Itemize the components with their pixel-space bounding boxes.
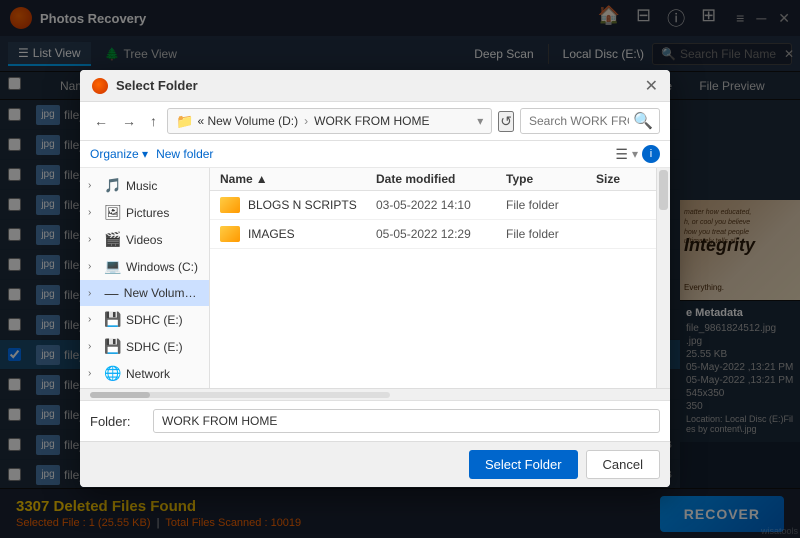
dialog-address-bar: ← → ↑ 📁 « New Volume (D:) › WORK FROM HO… xyxy=(80,102,670,141)
dialog-close-button[interactable]: ✕ xyxy=(645,76,658,96)
dialog-file-row-images[interactable]: IMAGES 05-05-2022 12:29 File folder xyxy=(210,220,656,249)
dialog-col-type[interactable]: Type xyxy=(506,172,596,186)
dialog-file-date-blogs: 03-05-2022 14:10 xyxy=(376,198,506,212)
scrollbar-thumb[interactable] xyxy=(659,170,668,210)
dialog-file-row-blogs[interactable]: BLOGS N SCRIPTS 03-05-2022 14:10 File fo… xyxy=(210,191,656,220)
view-list-icon[interactable]: ☰ xyxy=(615,146,628,163)
folder-icon-blogs xyxy=(220,197,240,213)
organize-button[interactable]: Organize ▾ xyxy=(90,147,148,161)
dialog-file-type-images: File folder xyxy=(506,227,596,241)
dialog-buttons: Select Folder Cancel xyxy=(80,441,670,487)
nav-arrow-videos: › xyxy=(88,234,100,245)
nav-label-windows-c: Windows (C:) xyxy=(126,260,198,274)
nav-arrow-windows-c: › xyxy=(88,261,100,272)
dialog-search-input[interactable] xyxy=(529,114,629,128)
network-icon: 🌐 xyxy=(104,365,122,382)
sort-asc-icon: ▲ xyxy=(256,172,268,186)
dialog-col-name[interactable]: Name ▲ xyxy=(220,172,376,186)
back-button[interactable]: ← xyxy=(90,111,112,131)
view-toggle: ☰ ▾ i xyxy=(615,145,660,163)
nav-item-sdhc-e1[interactable]: › 💾 SDHC (E:) xyxy=(80,306,209,333)
dialog-file-date-images: 05-05-2022 12:29 xyxy=(376,227,506,241)
dialog-logo-icon xyxy=(92,78,108,94)
nav-arrow-sdhc-e2: › xyxy=(88,341,100,352)
dialog-toolbar: Organize ▾ New folder ☰ ▾ i xyxy=(80,141,670,168)
windows-c-icon: 💻 xyxy=(104,258,122,275)
new-folder-button[interactable]: New folder xyxy=(156,147,213,161)
pictures-icon: 🖼 xyxy=(104,204,122,221)
music-icon: 🎵 xyxy=(104,177,122,194)
nav-label-music: Music xyxy=(126,179,157,193)
select-folder-button[interactable]: Select Folder xyxy=(469,450,578,479)
select-folder-dialog: Select Folder ✕ ← → ↑ 📁 « New Volume (D:… xyxy=(80,70,670,487)
dialog-folder-bar: Folder: xyxy=(80,400,670,441)
dialog-file-name-images: IMAGES xyxy=(248,227,376,241)
app-window: Photos Recovery 🏠 ⊟ ⓘ ⊞ ≡ ─ ✕ ☰ List Vie… xyxy=(0,0,800,538)
nav-item-pictures[interactable]: › 🖼 Pictures xyxy=(80,199,209,226)
path-folder-icon: 📁 xyxy=(176,113,193,130)
cancel-button[interactable]: Cancel xyxy=(586,450,660,479)
dialog-col-date-modified[interactable]: Date modified xyxy=(376,172,506,186)
horizontal-scrollbar xyxy=(80,388,670,400)
info-button[interactable]: i xyxy=(642,145,660,163)
dialog-file-type-blogs: File folder xyxy=(506,198,596,212)
nav-label-new-volume-d: New Volume (D xyxy=(124,286,201,300)
nav-arrow-pictures: › xyxy=(88,207,100,218)
videos-icon: 🎬 xyxy=(104,231,122,248)
dialog-body: › 🎵 Music › 🖼 Pictures › 🎬 Videos xyxy=(80,168,670,388)
new-volume-d-icon: — xyxy=(103,285,120,301)
up-button[interactable]: ↑ xyxy=(146,111,161,131)
nav-label-videos: Videos xyxy=(126,233,162,247)
path-separator: › xyxy=(304,114,308,128)
folder-input[interactable] xyxy=(153,409,660,433)
nav-label-pictures: Pictures xyxy=(126,206,169,220)
folder-label: Folder: xyxy=(90,414,145,429)
forward-button[interactable]: → xyxy=(118,111,140,131)
nav-item-videos[interactable]: › 🎬 Videos xyxy=(80,226,209,253)
dialog-col-size[interactable]: Size xyxy=(596,172,646,186)
nav-label-sdhc-e2: SDHC (E:) xyxy=(126,340,183,354)
nav-label-sdhc-e1: SDHC (E:) xyxy=(126,313,183,327)
dialog-scrollbar[interactable] xyxy=(656,168,670,388)
h-scrollbar-track[interactable] xyxy=(90,392,390,398)
address-path[interactable]: 📁 « New Volume (D:) › WORK FROM HOME ▾ xyxy=(167,108,492,134)
nav-item-sdhc-e2[interactable]: › 💾 SDHC (E:) xyxy=(80,333,209,360)
dialog-search-box: 🔍 xyxy=(520,108,660,134)
dialog-file-panel: Name ▲ Date modified Type Size BLOGS N S… xyxy=(210,168,656,388)
refresh-button[interactable]: ↺ xyxy=(498,111,514,132)
nav-arrow-network: › xyxy=(88,368,100,379)
sdhc-e1-icon: 💾 xyxy=(104,311,122,328)
nav-arrow-music: › xyxy=(88,180,100,191)
dialog-file-name-blogs: BLOGS N SCRIPTS xyxy=(248,198,376,212)
path-part-1: « New Volume (D:) xyxy=(197,114,298,128)
sdhc-e2-icon: 💾 xyxy=(104,338,122,355)
dialog-nav-tree: › 🎵 Music › 🖼 Pictures › 🎬 Videos xyxy=(80,168,210,388)
nav-arrow-sdhc-e1: › xyxy=(88,314,100,325)
dialog-title-bar: Select Folder ✕ xyxy=(80,70,670,102)
path-dropdown-icon[interactable]: ▾ xyxy=(477,114,483,128)
dialog-title: Select Folder xyxy=(116,78,645,93)
dialog-search-icon: 🔍 xyxy=(633,111,653,131)
dialog-overlay: Select Folder ✕ ← → ↑ 📁 « New Volume (D:… xyxy=(0,0,800,538)
nav-item-windows-c[interactable]: › 💻 Windows (C:) xyxy=(80,253,209,280)
view-toggle-arrow[interactable]: ▾ xyxy=(632,147,638,161)
nav-arrow-new-volume-d: › xyxy=(88,288,99,299)
nav-item-new-volume-d[interactable]: › — New Volume (D xyxy=(80,280,209,306)
folder-icon-images xyxy=(220,226,240,242)
nav-label-network: Network xyxy=(126,367,170,381)
nav-item-network[interactable]: › 🌐 Network xyxy=(80,360,209,387)
path-part-2: WORK FROM HOME xyxy=(314,114,429,128)
h-scrollbar-thumb[interactable] xyxy=(90,392,150,398)
dialog-files-header: Name ▲ Date modified Type Size xyxy=(210,168,656,191)
nav-item-music[interactable]: › 🎵 Music xyxy=(80,172,209,199)
